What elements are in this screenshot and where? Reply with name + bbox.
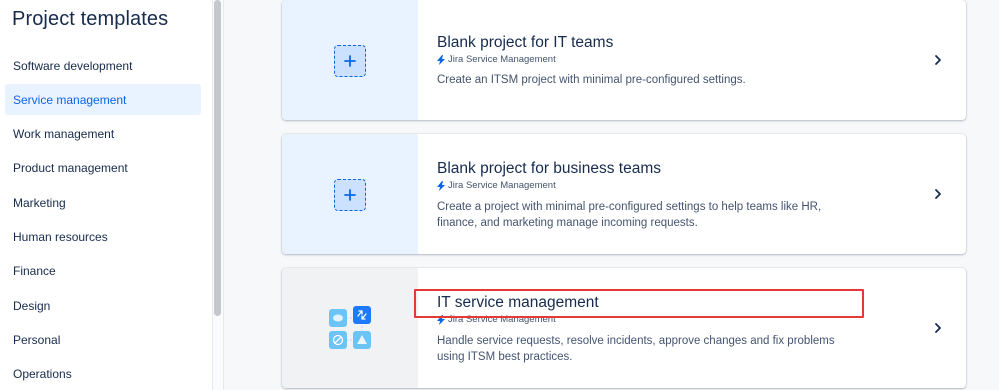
template-card-it-service-management[interactable]: IT service management Jira Service Manag… — [282, 268, 966, 388]
sidebar-item-design[interactable]: Design — [5, 290, 201, 321]
sidebar-item-label: Operations — [13, 366, 72, 381]
sidebar-item-label: Software development — [13, 58, 133, 73]
jira-bolt-icon — [437, 180, 445, 191]
sidebar-item-label: Personal — [13, 332, 61, 347]
sidebar-item-label: Human resources — [13, 229, 108, 244]
plus-icon — [334, 45, 366, 77]
card-product-label: Jira Service Management — [448, 180, 556, 191]
sidebar-item-operations[interactable]: Operations — [5, 358, 201, 389]
template-card-blank-business[interactable]: Blank project for business teams Jira Se… — [282, 134, 966, 254]
card-product: Jira Service Management — [437, 180, 556, 191]
sidebar-item-label: Service management — [13, 92, 127, 107]
chevron-right-icon[interactable] — [932, 54, 944, 66]
chevron-right-icon[interactable] — [932, 322, 944, 334]
sidebar-scrollbar-thumb[interactable] — [214, 0, 221, 316]
jira-bolt-icon — [437, 54, 445, 65]
card-illustration — [282, 134, 418, 254]
card-product: Jira Service Management — [437, 314, 556, 325]
sidebar-item-personal[interactable]: Personal — [5, 324, 201, 355]
sidebar-item-work-management[interactable]: Work management — [5, 118, 201, 149]
sidebar-item-human-resources[interactable]: Human resources — [5, 221, 201, 252]
sidebar-item-label: Design — [13, 298, 51, 313]
template-card-blank-it[interactable]: Blank project for IT teams Jira Service … — [282, 0, 966, 120]
itsm-illustration-icon — [329, 306, 371, 349]
sidebar-item-label: Marketing — [13, 195, 66, 210]
card-title: IT service management — [437, 294, 599, 311]
card-title: Blank project for business teams — [437, 160, 661, 177]
sidebar-item-marketing[interactable]: Marketing — [5, 187, 201, 218]
jira-bolt-icon — [437, 314, 445, 325]
sidebar-item-software-development[interactable]: Software development — [5, 50, 201, 81]
card-description: Handle service requests, resolve inciden… — [437, 335, 835, 363]
plus-icon — [334, 179, 366, 211]
sidebar-item-label: Product management — [13, 160, 128, 175]
sidebar-item-label: Finance — [13, 263, 56, 278]
sidebar-item-label: Work management — [13, 126, 115, 141]
card-illustration — [282, 0, 418, 120]
sidebar-item-product-management[interactable]: Product management — [5, 152, 201, 183]
sidebar-title: Project templates — [12, 8, 169, 30]
card-description: Create an ITSM project with minimal pre-… — [437, 74, 746, 86]
chevron-right-icon[interactable] — [932, 188, 944, 200]
card-product-label: Jira Service Management — [448, 54, 556, 65]
sidebar-item-finance[interactable]: Finance — [5, 255, 201, 286]
card-illustration — [282, 268, 418, 388]
sidebar-item-service-management[interactable]: Service management — [5, 84, 201, 115]
card-title: Blank project for IT teams — [437, 34, 614, 51]
card-description: Create a project with minimal pre-config… — [437, 201, 822, 229]
card-product: Jira Service Management — [437, 54, 556, 65]
sidebar: Project templates Software development S… — [0, 0, 212, 390]
card-product-label: Jira Service Management — [448, 314, 556, 325]
app-root: Project templates Software development S… — [0, 0, 999, 390]
